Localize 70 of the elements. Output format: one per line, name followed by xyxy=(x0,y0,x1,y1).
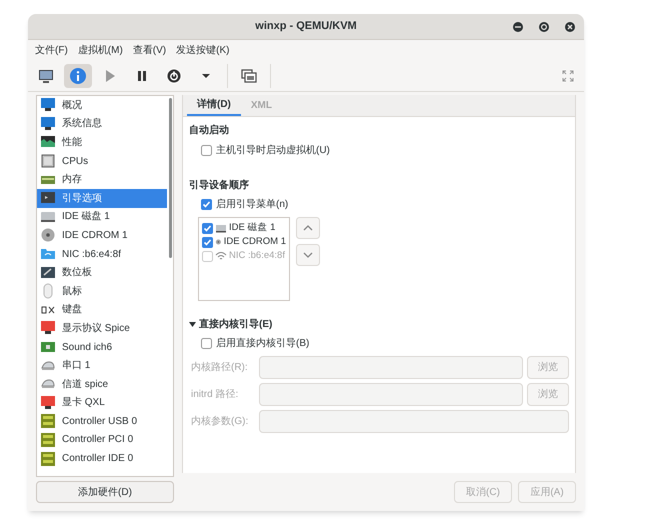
chip-icon xyxy=(40,153,56,170)
sidebar-item[interactable]: 内存 xyxy=(37,170,167,189)
circuit-board-icon xyxy=(40,413,56,430)
fullscreen-icon[interactable] xyxy=(562,70,574,82)
checkbox-label[interactable]: 主机引导时启动虚拟机(U) xyxy=(216,143,330,158)
sidebar-item[interactable]: NIC :b6:e4:8f xyxy=(37,244,167,264)
sidebar-item[interactable]: 数位板 xyxy=(37,263,167,282)
sidebar-item[interactable]: 键盘 xyxy=(37,300,167,320)
sidebar-item[interactable]: IDE CDROM 1 xyxy=(37,226,167,245)
checkbox[interactable] xyxy=(202,250,213,262)
sidebar-item[interactable]: 概况 xyxy=(37,96,167,115)
expander[interactable]: 直接内核引导(E) xyxy=(189,317,569,332)
monitor-icon xyxy=(40,116,56,132)
caret-icon xyxy=(202,74,210,78)
sidebar-item[interactable]: 鼠标 xyxy=(37,282,167,301)
field-label: initrd 路径: xyxy=(191,388,240,402)
boot-device-label[interactable]: IDE CDROM 1 xyxy=(224,234,286,250)
sidebar-item[interactable]: 性能 xyxy=(37,133,167,152)
sidebar-item[interactable]: 串口 1 xyxy=(37,356,167,375)
display-icon xyxy=(40,320,56,336)
tablet-icon xyxy=(40,264,56,281)
checkbox[interactable] xyxy=(202,222,213,234)
menu-item[interactable]: 虚拟机(M) xyxy=(78,42,123,58)
checkbox[interactable] xyxy=(202,236,213,248)
sidebar-item[interactable]: 系统信息 xyxy=(37,114,167,134)
field-label: 内核路径(R): xyxy=(191,360,249,375)
sidebar-item[interactable]: Sound ich6 xyxy=(37,338,167,356)
windows-icon xyxy=(240,66,258,84)
checkbox[interactable] xyxy=(201,338,212,349)
tab[interactable]: 详情(D) xyxy=(187,95,241,116)
disc-icon xyxy=(40,227,56,244)
scrollbar[interactable] xyxy=(169,98,172,258)
input-field[interactable] xyxy=(259,383,523,406)
circuit-board-icon xyxy=(40,432,56,448)
add-hardware-button[interactable]: 添加硬件(D) xyxy=(36,481,174,503)
boot-device-label[interactable]: IDE 磁盘 1 xyxy=(229,220,276,236)
field-label: 内核参数(G): xyxy=(191,414,250,429)
input-field[interactable] xyxy=(259,356,523,379)
power-icon xyxy=(165,66,183,84)
checkbox-label[interactable]: 启用引导菜单(n) xyxy=(216,197,288,212)
display-icon xyxy=(40,394,56,411)
menu-item[interactable]: 发送按键(K) xyxy=(176,42,230,58)
expanded-triangle-icon xyxy=(189,321,196,328)
move-down-button[interactable] xyxy=(296,244,320,266)
circuit-board-icon xyxy=(40,450,56,467)
wifi-icon xyxy=(215,250,227,262)
minimize-icon[interactable] xyxy=(512,21,524,33)
sidebar-item[interactable]: 引导选项 xyxy=(37,188,167,208)
sidebar-item[interactable]: Controller PCI 0 xyxy=(37,430,167,450)
sidebar-item[interactable]: Controller IDE 0 xyxy=(37,449,167,468)
move-up-button[interactable] xyxy=(296,217,320,239)
sidebar-item[interactable]: CPUs xyxy=(37,152,167,170)
menu-item[interactable]: 查看(V) xyxy=(132,42,166,58)
info-icon xyxy=(69,66,87,84)
window-title: winxp - QEMU/KVM xyxy=(255,19,357,34)
checkbox[interactable] xyxy=(201,145,212,156)
section-heading: 引导设备顺序 xyxy=(189,178,250,193)
sidebar-item[interactable]: 信道 spice xyxy=(37,374,167,394)
menu-item[interactable]: 文件(F) xyxy=(35,42,68,58)
input-field[interactable] xyxy=(259,410,569,433)
section-heading: 自动启动 xyxy=(189,123,230,138)
checkbox[interactable] xyxy=(201,199,212,210)
sidebar-item[interactable]: 显示协议 Spice xyxy=(37,319,167,338)
close-icon[interactable] xyxy=(564,21,576,33)
maximize-icon[interactable] xyxy=(538,21,550,33)
monitor-icon xyxy=(40,97,56,114)
sidebar-item[interactable]: IDE 磁盘 1 xyxy=(37,208,167,226)
checkbox-label[interactable]: 启用直接内核引导(B) xyxy=(216,336,310,351)
sidebar-item[interactable]: Controller USB 0 xyxy=(37,412,167,431)
sidebar-item[interactable]: 显卡 QXL xyxy=(37,394,167,412)
